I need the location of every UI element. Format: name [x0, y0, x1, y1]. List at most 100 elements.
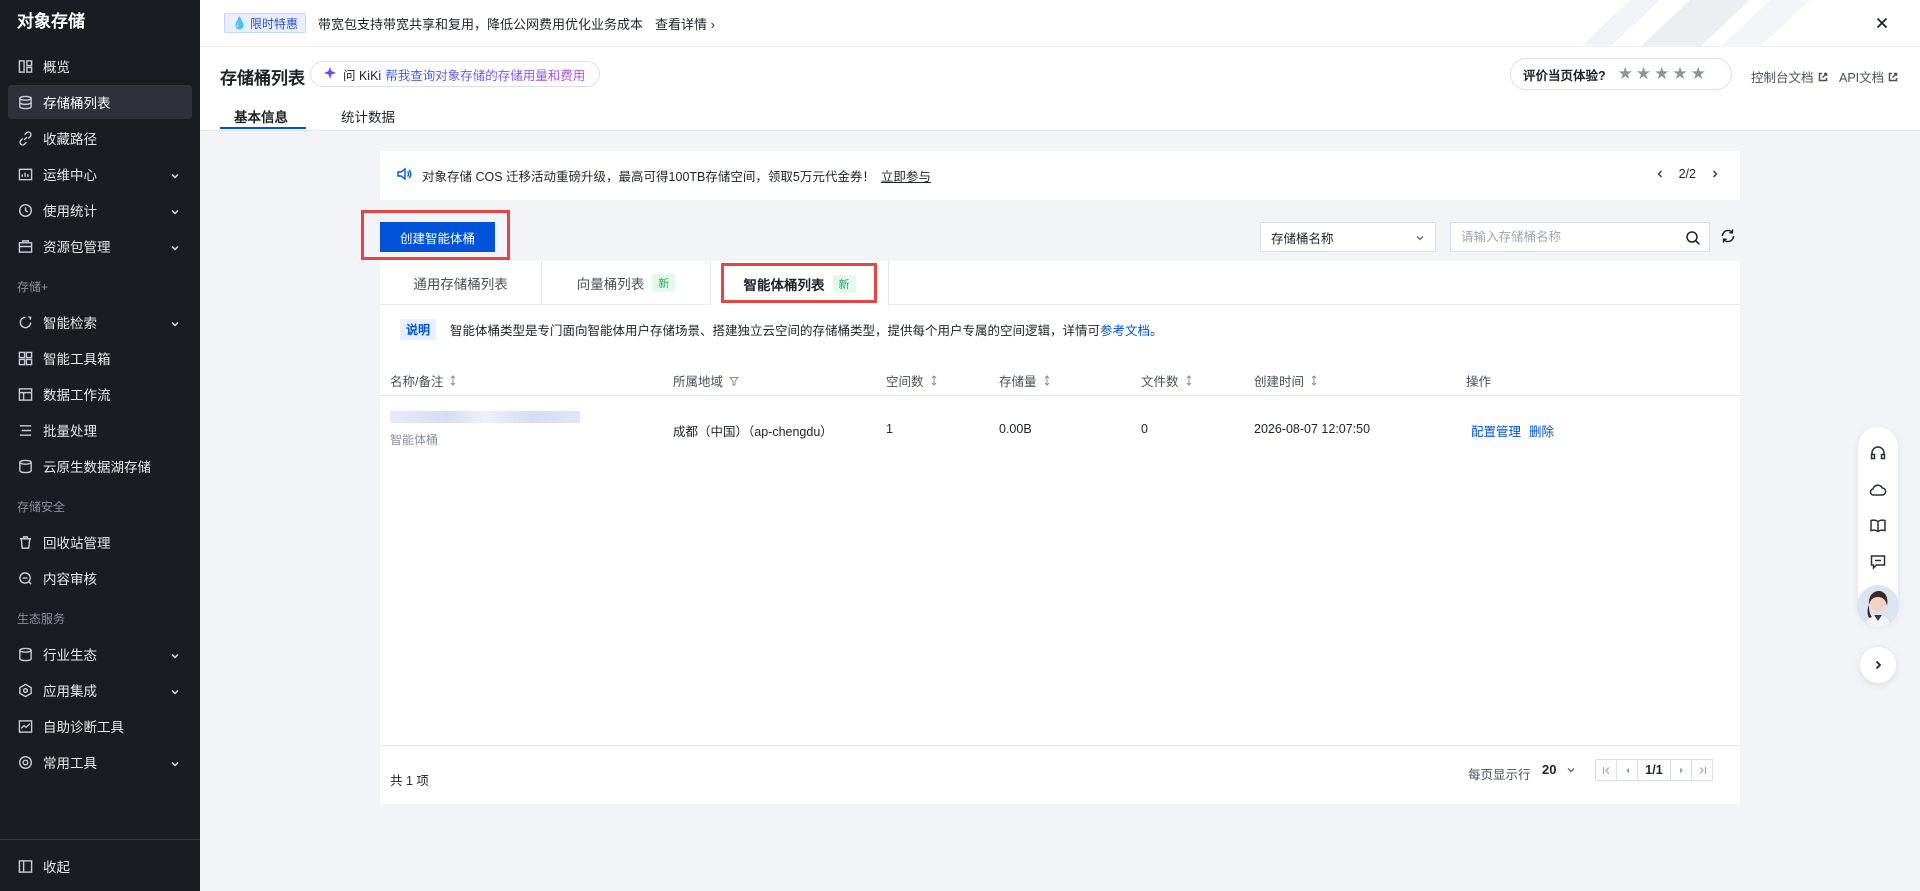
console-doc-link[interactable]: 控制台文档 [1751, 67, 1828, 86]
create-agent-bucket-button[interactable]: 创建智能体桶 [380, 222, 495, 252]
bucket-note: 智能体桶 [390, 433, 439, 447]
sidebar-item-workflow[interactable]: 数据工作流 [8, 377, 192, 411]
sidebar-item-label: 使用统计 [43, 204, 97, 219]
api-doc-link[interactable]: API文档 [1839, 67, 1898, 86]
sidebar-item-datalake[interactable]: 云原生数据湖存储 [8, 449, 192, 483]
sidebar-item-overview[interactable]: 概览 [8, 49, 192, 83]
bucket-spaces: 1 [886, 422, 893, 436]
notice-bar: 对象存储 COS 迁移活动重磅升级，最高可得100TB存储空间，领取5万元代金券… [380, 151, 1740, 200]
sidebar-item-ops-center[interactable]: 运维中心 [8, 157, 192, 191]
bucket-card: 通用存储桶列表 向量桶列表 新 智能体桶列表 新 说明 智能体桶类型是专门面向智… [380, 261, 1740, 804]
chevron-down-icon [170, 685, 180, 695]
close-icon[interactable] [1872, 13, 1892, 33]
next-page-button[interactable] [1670, 759, 1692, 781]
search-icon[interactable] [1685, 230, 1701, 246]
rating-label: 评价当页体验? [1523, 68, 1606, 83]
chevron-down-icon [170, 241, 180, 251]
column-storage[interactable]: 存储量 [999, 371, 1051, 390]
promo-banner: 💧 限时特惠 带宽包支持带宽共享和复用，降低公网费用优化业务成本 查看详情 › [200, 0, 1920, 47]
banner-details-link[interactable]: 查看详情 › [655, 14, 715, 33]
sidebar-item-label: 收藏路径 [43, 132, 97, 147]
sidebar-item-batch[interactable]: 批量处理 [8, 413, 192, 447]
tab-statistics[interactable]: 统计数据 [341, 106, 395, 126]
refresh-icon[interactable] [1719, 227, 1737, 245]
sidebar-item-label: 智能工具箱 [43, 352, 111, 367]
cloud-icon[interactable] [1869, 481, 1887, 499]
first-page-button[interactable] [1595, 759, 1617, 781]
book-icon[interactable] [1869, 517, 1887, 535]
assistant-avatar[interactable] [1857, 585, 1899, 627]
tab-general-buckets[interactable]: 通用存储桶列表 [380, 261, 542, 305]
content-audit-icon [17, 570, 33, 586]
filter-icon [729, 376, 740, 386]
agent-tab-highlight [721, 263, 877, 303]
reference-doc-link[interactable]: 参考文档 [1100, 320, 1150, 339]
external-link-icon [1818, 72, 1827, 81]
sidebar-item-bucket-list[interactable]: 存储桶列表 [8, 85, 192, 119]
search-input[interactable] [1461, 230, 1671, 244]
sidebar-item-label: 资源包管理 [43, 240, 111, 255]
search-field-select[interactable]: 存储桶名称 [1260, 222, 1436, 252]
notice-join-link[interactable]: 立即参与 [881, 166, 931, 185]
chevron-right-icon[interactable] [1710, 169, 1720, 179]
diagnosis-icon [17, 718, 33, 734]
chevron-down-icon [170, 649, 180, 659]
sidebar-collapse-button[interactable]: 收起 [8, 849, 192, 883]
tab-vector-buckets[interactable]: 向量桶列表 新 [542, 261, 711, 305]
rating-stars[interactable]: ★★★★★ [1618, 64, 1709, 84]
sidebar-item-integration[interactable]: 应用集成 [8, 673, 192, 707]
sidebar-item-toolbox[interactable]: 智能工具箱 [8, 341, 192, 375]
sidebar-item-smart-search[interactable]: 智能检索 [8, 305, 192, 339]
collapse-icon [17, 858, 33, 874]
sidebar-item-label: 自助诊断工具 [43, 720, 124, 735]
sidebar-item-label: 批量处理 [43, 424, 97, 439]
description-text: 智能体桶类型是专门面向智能体用户存储场景、搭建独立云空间的存储桶类型，提供每个用… [450, 324, 1101, 338]
favorite-path-icon [17, 130, 33, 146]
tab-basic-info[interactable]: 基本信息 [234, 106, 288, 126]
column-name[interactable]: 名称/备注 [390, 371, 457, 390]
sparkle-icon [323, 66, 337, 83]
notice-pager: 2/2 [1655, 167, 1720, 181]
page-rating: 评价当页体验? ★★★★★ [1510, 58, 1732, 90]
sidebar-group-ecosystem: 生态服务 [17, 612, 66, 626]
expand-panel-button[interactable] [1860, 647, 1896, 683]
new-badge: 新 [652, 274, 676, 292]
next-page-icon [1679, 767, 1683, 773]
sidebar-item-resource-pack[interactable]: 资源包管理 [8, 229, 192, 263]
chevron-down-icon [170, 757, 180, 767]
usage-stats-icon [17, 202, 33, 218]
bucket-created: 2026-08-07 12:07:50 [1254, 422, 1371, 436]
feedback-icon[interactable] [1869, 553, 1887, 571]
column-region[interactable]: 所属地域 [673, 371, 740, 390]
per-page-label: 每页显示行 [1468, 768, 1531, 782]
column-created[interactable]: 创建时间 [1254, 371, 1318, 390]
config-manage-link[interactable]: 配置管理 [1471, 421, 1521, 440]
description-tag: 说明 [400, 319, 437, 340]
sidebar-item-usage-stats[interactable]: 使用统计 [8, 193, 192, 227]
sidebar-item-label: 回收站管理 [43, 536, 111, 551]
chevron-down-icon [170, 317, 180, 327]
page-size-select[interactable]: 20 [1542, 762, 1576, 777]
sidebar-item-favorite-path[interactable]: 收藏路径 [8, 121, 192, 155]
sidebar-item-content-audit[interactable]: 内容审核 [8, 561, 192, 595]
bucket-files: 0 [1141, 422, 1148, 436]
ask-kiki-button[interactable]: 问 KiKi 帮我查询对象存储的存储用量和费用 [310, 61, 601, 87]
batch-icon [17, 422, 33, 438]
chevron-left-icon[interactable] [1655, 169, 1665, 179]
sidebar-item-tools[interactable]: 常用工具 [8, 745, 192, 779]
kiki-label: 问 KiKi [343, 68, 382, 83]
last-page-button[interactable] [1691, 759, 1713, 781]
delete-link[interactable]: 删除 [1529, 421, 1554, 440]
headset-icon[interactable] [1869, 445, 1887, 463]
drop-icon: 💧 [232, 16, 247, 30]
sidebar-item-industry[interactable]: 行业生态 [8, 637, 192, 671]
prev-page-button[interactable] [1616, 759, 1638, 781]
column-files[interactable]: 文件数 [1141, 371, 1193, 390]
kiki-hint: 帮我查询对象存储的存储用量和费用 [385, 65, 585, 84]
sidebar-item-recycle-bin[interactable]: 回收站管理 [8, 525, 192, 559]
sidebar: 对象存储 概览 存储桶列表 收藏路径 运维中心 使用统计 资源包管理 存储+ 智… [0, 0, 200, 891]
column-spaces[interactable]: 空间数 [886, 371, 938, 390]
sort-icon [1186, 375, 1191, 386]
bucket-name-redacted[interactable] [390, 411, 580, 423]
sidebar-item-diagnosis[interactable]: 自助诊断工具 [8, 709, 192, 743]
